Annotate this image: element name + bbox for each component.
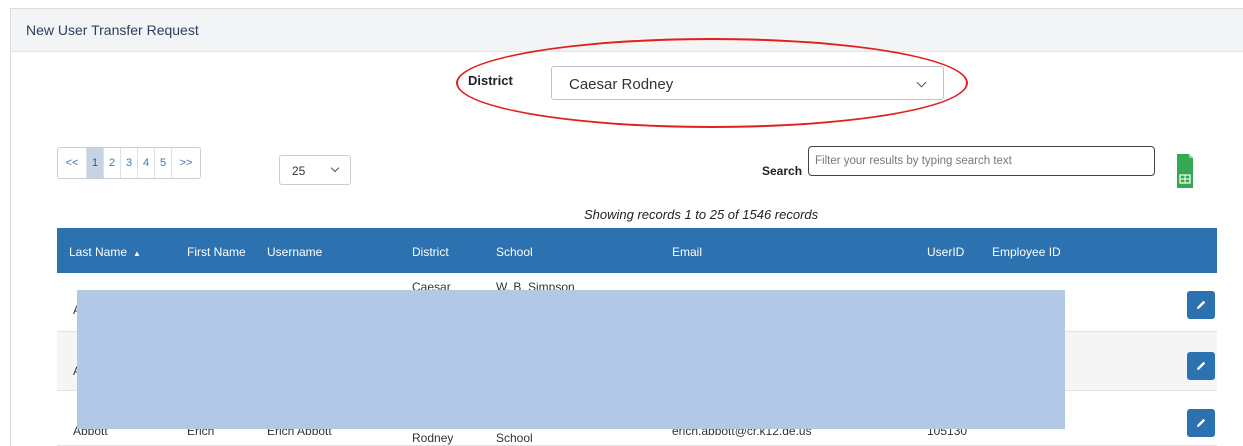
page-5-button[interactable]: 5 [155, 148, 172, 178]
page-last-button[interactable]: >> [172, 148, 200, 178]
column-header-employee-id[interactable]: Employee ID [992, 245, 1061, 259]
pencil-icon [1197, 361, 1206, 370]
pencil-icon [1197, 300, 1206, 309]
table-header: Last Name ▲ First Name Username District … [57, 228, 1217, 273]
records-summary: Showing records 1 to 25 of 1546 records [584, 207, 819, 222]
column-header-userid[interactable]: UserID [927, 245, 964, 259]
page-4-button[interactable]: 4 [138, 148, 155, 178]
excel-export-icon[interactable] [1176, 154, 1194, 189]
page-size-value: 25 [292, 164, 306, 178]
pencil-icon [1197, 418, 1206, 427]
pagination: << 1 2 3 4 5 >> [57, 147, 201, 179]
page-size-select[interactable]: 25 [279, 155, 351, 185]
edit-button[interactable] [1187, 291, 1215, 319]
page-first-button[interactable]: << [58, 148, 87, 178]
cell-school: School [496, 431, 533, 445]
district-selected-value: Caesar Rodney [569, 76, 674, 93]
district-label: District [468, 73, 513, 88]
chevron-down-icon [330, 163, 340, 173]
search-input[interactable] [808, 146, 1155, 176]
panel-title: New User Transfer Request [26, 22, 199, 38]
column-header-email[interactable]: Email [672, 245, 702, 259]
page-3-button[interactable]: 3 [121, 148, 138, 178]
column-header-username[interactable]: Username [267, 245, 322, 259]
page-2-button[interactable]: 2 [104, 148, 121, 178]
search-label: Search [762, 164, 803, 178]
sort-ascending-icon: ▲ [133, 249, 141, 258]
cell-district: Rodney [412, 431, 454, 445]
page-1-button[interactable]: 1 [87, 148, 104, 178]
edit-button[interactable] [1187, 409, 1215, 437]
redaction-overlay [77, 290, 1065, 429]
column-header-district[interactable]: District [412, 245, 449, 259]
district-select[interactable]: Caesar Rodney [551, 66, 944, 100]
column-header-school[interactable]: School [496, 245, 533, 259]
column-header-last-name[interactable]: Last Name ▲ [69, 245, 141, 259]
column-header-first-name[interactable]: First Name [187, 245, 246, 259]
edit-button[interactable] [1187, 352, 1215, 380]
chevron-down-icon [916, 77, 927, 88]
panel-header: New User Transfer Request [11, 9, 1243, 52]
